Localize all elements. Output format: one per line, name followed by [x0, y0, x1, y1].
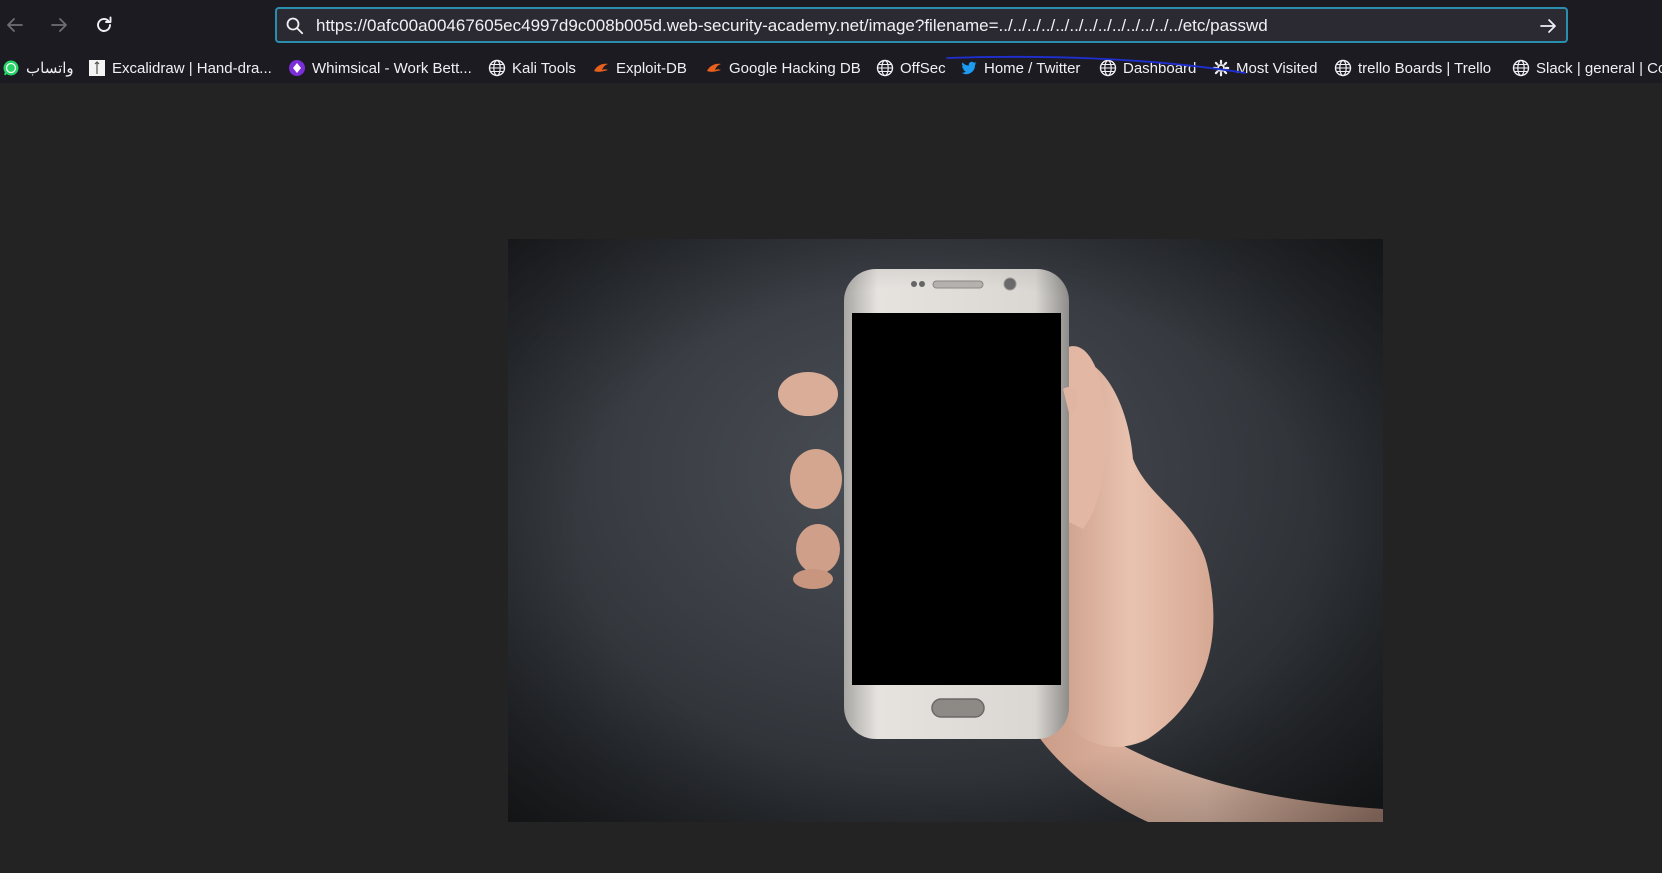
- exploit-db-icon: [705, 59, 723, 77]
- browser-window: https://0afc00a00467605ec4997d9c008b005d…: [0, 0, 1662, 873]
- globe-icon: [876, 59, 894, 77]
- bookmark-excalidraw[interactable]: Excalidraw | Hand-dra...: [88, 57, 272, 79]
- bookmark-label: Excalidraw | Hand-dra...: [112, 59, 272, 77]
- bookmarks-toolbar: واتساب Excalidraw | Hand-dra... Whimsica…: [0, 53, 1662, 83]
- globe-icon: [488, 59, 506, 77]
- reload-icon: [94, 15, 114, 35]
- bookmark-label: Slack | general | Co: [1536, 59, 1662, 77]
- bookmark-label: Whimsical - Work Bett...: [312, 59, 472, 77]
- product-image: [508, 239, 1383, 822]
- url-input[interactable]: https://0afc00a00467605ec4997d9c008b005d…: [316, 16, 1268, 36]
- bookmark-label: Google Hacking DB: [729, 59, 861, 77]
- bookmark-exploit-db[interactable]: Exploit-DB: [592, 57, 687, 79]
- reload-button[interactable]: [87, 8, 121, 42]
- search-icon: [285, 16, 305, 41]
- bookmark-whatsapp[interactable]: واتساب: [2, 57, 74, 79]
- whatsapp-icon: [2, 59, 20, 77]
- excalidraw-icon: [88, 59, 106, 77]
- bookmark-offsec[interactable]: OffSec: [876, 57, 946, 79]
- phone-in-hand-illustration: [508, 239, 1383, 822]
- bookmark-whimsical[interactable]: Whimsical - Work Bett...: [288, 57, 472, 79]
- bookmark-google-hacking-db[interactable]: Google Hacking DB: [705, 57, 861, 79]
- bookmark-label: trello Boards | Trello: [1358, 59, 1492, 77]
- navigation-toolbar: https://0afc00a00467605ec4997d9c008b005d…: [0, 0, 1662, 53]
- back-button[interactable]: [0, 8, 32, 42]
- go-arrow-icon[interactable]: [1538, 16, 1558, 41]
- bookmark-label: واتساب: [26, 60, 74, 77]
- annotation-stroke: [946, 55, 1246, 74]
- bookmark-label: OffSec: [900, 59, 946, 77]
- url-bar[interactable]: https://0afc00a00467605ec4997d9c008b005d…: [275, 7, 1568, 43]
- bookmark-trello[interactable]: trello Boards | Trello: [1334, 57, 1491, 79]
- globe-icon: [1512, 59, 1530, 77]
- bookmark-label: Exploit-DB: [616, 59, 687, 77]
- whimsical-icon: [288, 59, 306, 77]
- bookmark-label: Kali Tools: [512, 59, 576, 77]
- globe-icon: [1334, 59, 1352, 77]
- page-content: [0, 83, 1662, 873]
- bookmark-slack[interactable]: Slack | general | Co: [1512, 57, 1662, 79]
- bookmark-kali-tools[interactable]: Kali Tools: [488, 57, 576, 79]
- back-arrow-icon: [5, 15, 25, 35]
- forward-arrow-icon: [49, 15, 69, 35]
- exploit-db-icon: [592, 59, 610, 77]
- forward-button[interactable]: [42, 8, 76, 42]
